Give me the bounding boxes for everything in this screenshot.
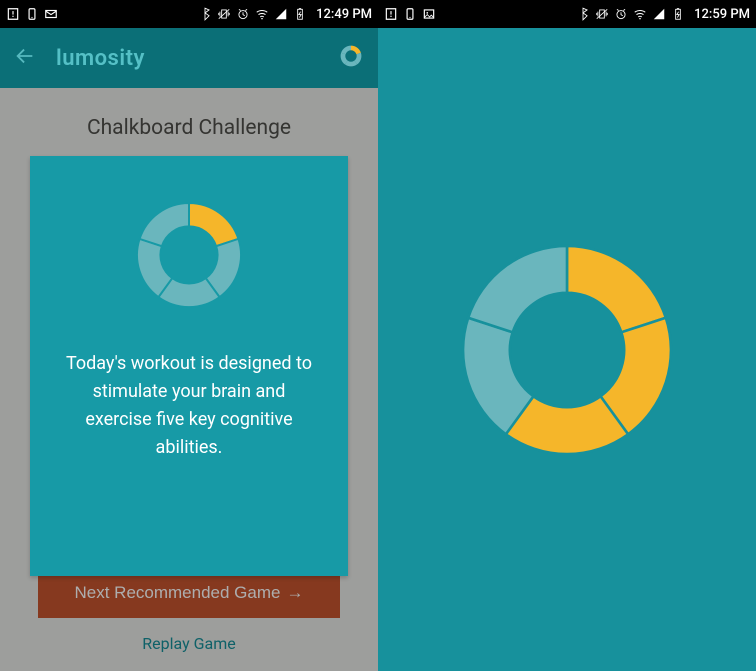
screen-modal: 12:49 PM lumosity <box>0 0 378 671</box>
battery-charging-icon <box>671 7 685 21</box>
next-game-label: Next Recommended Game <box>75 583 281 602</box>
wifi-icon <box>255 7 269 21</box>
image-icon <box>422 7 436 21</box>
alarm-icon <box>236 7 250 21</box>
workout-intro-modal[interactable]: Today's workout is designed to stimulate… <box>30 156 348 576</box>
status-clock: 12:59 PM <box>694 7 750 22</box>
replay-game-link[interactable]: Replay Game <box>38 618 340 663</box>
vibrate-icon <box>595 7 609 21</box>
signal-icon <box>652 7 666 21</box>
status-bar: 12:49 PM <box>0 0 378 28</box>
game-title: Chalkboard Challenge <box>0 88 378 158</box>
notification-alert-icon <box>6 7 20 21</box>
screen-loading: 12:59 PM <box>378 0 756 671</box>
progress-mini-donut-icon[interactable] <box>338 43 364 73</box>
notification-alert-icon <box>384 7 398 21</box>
phone-icon <box>403 7 417 21</box>
bluetooth-icon <box>198 7 212 21</box>
app-title: lumosity <box>56 46 145 71</box>
status-clock: 12:49 PM <box>316 7 372 22</box>
vibrate-icon <box>217 7 231 21</box>
alarm-icon <box>614 7 628 21</box>
progress-donut-icon <box>124 190 254 320</box>
arrow-right-icon: → <box>286 583 303 602</box>
signal-icon <box>274 7 288 21</box>
phone-icon <box>25 7 39 21</box>
main-content: Chalkboard Challenge Next Recommended Ga… <box>0 88 378 671</box>
app-toolbar: lumosity <box>0 28 378 88</box>
progress-donut-large-icon <box>437 220 697 480</box>
battery-charging-icon <box>293 7 307 21</box>
loading-body <box>378 28 756 671</box>
mail-icon <box>44 7 58 21</box>
back-icon[interactable] <box>14 45 36 71</box>
wifi-icon <box>633 7 647 21</box>
status-bar: 12:59 PM <box>378 0 756 28</box>
modal-body-text: Today's workout is designed to stimulate… <box>58 350 320 462</box>
bluetooth-icon <box>576 7 590 21</box>
